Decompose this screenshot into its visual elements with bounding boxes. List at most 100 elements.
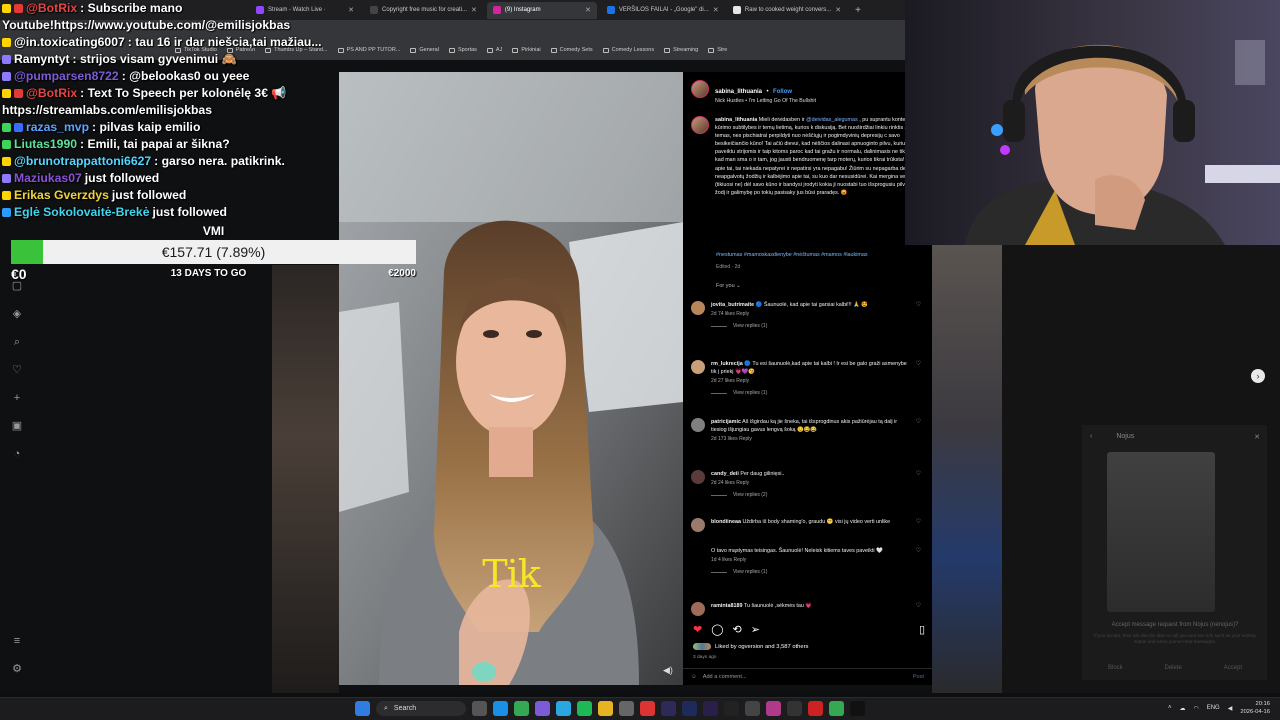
- comment-meta[interactable]: 2d 27 likes Reply: [711, 378, 911, 384]
- capcut-icon[interactable]: [724, 701, 739, 716]
- bookmark-item[interactable]: General: [410, 47, 439, 53]
- telegram-icon[interactable]: [556, 701, 571, 716]
- speaker-icon[interactable]: ◀: [1228, 705, 1233, 712]
- avatar[interactable]: [691, 80, 709, 98]
- audition-icon[interactable]: [682, 701, 697, 716]
- save-icon[interactable]: ▯: [919, 623, 925, 636]
- comment-like-icon[interactable]: ♡: [916, 470, 921, 477]
- comment-meta[interactable]: 1d 4 likes Reply: [711, 557, 911, 563]
- comment-like-icon[interactable]: ♡: [916, 518, 921, 525]
- reel-video[interactable]: Tik ◀): [339, 72, 683, 685]
- comment-meta[interactable]: 2d 173 likes Reply: [711, 436, 911, 442]
- app-icon[interactable]: [808, 701, 823, 716]
- onedrive-icon[interactable]: ☁: [1179, 705, 1185, 712]
- delete-button[interactable]: Delete: [1164, 665, 1181, 671]
- comment-like-icon[interactable]: ♡: [916, 602, 921, 609]
- mute-icon[interactable]: ◀): [663, 665, 675, 677]
- bookmark-item[interactable]: Comedy Sets: [550, 47, 593, 53]
- search-icon[interactable]: ⌕: [11, 336, 23, 348]
- create-icon[interactable]: +: [11, 392, 23, 404]
- chrome-icon[interactable]: [514, 701, 529, 716]
- share-icon[interactable]: ➢: [751, 623, 760, 636]
- post-username[interactable]: sabina_lithuania: [715, 89, 762, 95]
- comment-username[interactable]: patricijamic: [711, 419, 741, 425]
- browser-tab[interactable]: (9) Instagram ✕: [486, 1, 597, 19]
- file-explorer-icon[interactable]: [598, 701, 613, 716]
- comment-username[interactable]: candy_deii: [711, 471, 739, 477]
- comment-like-icon[interactable]: ♡: [916, 360, 921, 367]
- browser-tab[interactable]: Copyright free music for creati... ✕: [364, 2, 483, 19]
- audio-track[interactable]: Nick Hustles • I'm Letting Go Of The Bul…: [715, 98, 816, 104]
- start-icon[interactable]: [355, 701, 370, 716]
- view-replies-link[interactable]: View replies (1): [711, 390, 911, 396]
- comment-meta[interactable]: 2d 24 likes Reply: [711, 480, 911, 486]
- obs-icon[interactable]: [787, 701, 802, 716]
- adobe-icon[interactable]: [640, 701, 655, 716]
- edge-icon[interactable]: [493, 701, 508, 716]
- comment-meta[interactable]: 2d 74 likes Reply: [711, 311, 911, 317]
- clock[interactable]: 20:16 2026-04-16: [1240, 700, 1270, 716]
- bookmark-item[interactable]: Comedy Lessons: [602, 47, 654, 53]
- caption-username[interactable]: sabina_lithuania: [715, 117, 757, 123]
- shared-reel-thumbnail[interactable]: [1107, 452, 1215, 612]
- comment-like-icon[interactable]: ♡: [916, 301, 921, 308]
- instagram-icon[interactable]: [766, 701, 781, 716]
- comment-like-icon[interactable]: ♡: [916, 547, 921, 554]
- notion-icon[interactable]: [745, 701, 760, 716]
- avatar[interactable]: [691, 470, 705, 484]
- comment-username[interactable]: jovita_butrimaite: [711, 302, 754, 308]
- add-comment-input[interactable]: Add a comment...: [703, 674, 747, 680]
- close-tab-icon[interactable]: ✕: [585, 6, 591, 14]
- next-arrow-icon[interactable]: ›: [1251, 369, 1265, 383]
- close-tab-icon[interactable]: ✕: [348, 6, 354, 14]
- like-icon[interactable]: ❤: [693, 623, 702, 636]
- close-tab-icon[interactable]: ✕: [471, 6, 477, 14]
- more-menu-icon[interactable]: ≡: [11, 635, 23, 647]
- caption-mention[interactable]: @deividas_alegumas: [806, 117, 858, 123]
- bookmark-item[interactable]: AJ: [486, 47, 502, 53]
- back-icon[interactable]: ‹: [1090, 433, 1092, 441]
- bookmark-item[interactable]: PS AND PP TUTOR...: [337, 47, 400, 53]
- view-replies-link[interactable]: View replies (1): [711, 569, 911, 575]
- task-view-icon[interactable]: [472, 701, 487, 716]
- comment-icon[interactable]: ◯: [711, 623, 723, 636]
- hashtags[interactable]: #nestumas #mamoskasdienybe #nėštumas #ma…: [716, 252, 926, 258]
- lang-indicator[interactable]: ENG: [1207, 705, 1220, 711]
- wifi-icon[interactable]: ◠: [1193, 705, 1198, 712]
- spotify-icon[interactable]: [577, 701, 592, 716]
- avatar[interactable]: [691, 602, 705, 616]
- taskbar-search[interactable]: ⌕ Search: [376, 701, 466, 716]
- avatar[interactable]: [691, 418, 705, 432]
- repost-icon[interactable]: ⟲: [733, 623, 742, 636]
- chevron-up-icon[interactable]: ˄: [1168, 705, 1172, 711]
- app-icon[interactable]: [619, 701, 634, 716]
- view-replies-link[interactable]: View replies (1): [711, 323, 911, 329]
- explore-icon[interactable]: ◈: [11, 308, 23, 320]
- premiere-icon[interactable]: [703, 701, 718, 716]
- close-tab-icon[interactable]: ✕: [713, 6, 719, 14]
- bookmark-item[interactable]: Pirkiniai: [512, 47, 541, 53]
- view-replies-link[interactable]: View replies (2): [711, 492, 911, 498]
- browser-tab[interactable]: VERŠILOS FAILAI - „Google" di... ✕: [601, 2, 723, 19]
- bookmark-item[interactable]: Stre: [708, 47, 727, 53]
- emoji-icon[interactable]: ☺: [691, 674, 697, 680]
- bookmark-item[interactable]: Sportas: [448, 47, 477, 53]
- post-button[interactable]: Post: [913, 674, 924, 680]
- bookmark-item[interactable]: Streaming: [664, 47, 698, 53]
- close-tab-icon[interactable]: ✕: [835, 6, 841, 14]
- comment-username[interactable]: blondiineaa: [711, 519, 741, 525]
- new-tab-button[interactable]: +: [855, 5, 861, 16]
- follow-button[interactable]: Follow: [773, 89, 792, 95]
- accept-button[interactable]: Accept: [1224, 665, 1242, 671]
- comment-username[interactable]: rm_lukrecija: [711, 361, 743, 367]
- meta-icon[interactable]: ⚙: [11, 663, 23, 675]
- comment-like-icon[interactable]: ♡: [916, 418, 921, 425]
- block-button[interactable]: Block: [1108, 665, 1123, 671]
- comment-sort-dropdown[interactable]: For you ⌄: [716, 283, 741, 289]
- browser-tab[interactable]: Raw to cooked weight convers... ✕: [727, 2, 847, 19]
- after-effects-icon[interactable]: [661, 701, 676, 716]
- profile-icon[interactable]: ◔: [11, 448, 23, 460]
- avatar[interactable]: [691, 116, 709, 134]
- avatar[interactable]: [691, 360, 705, 374]
- notifications-icon[interactable]: ♡: [11, 364, 23, 376]
